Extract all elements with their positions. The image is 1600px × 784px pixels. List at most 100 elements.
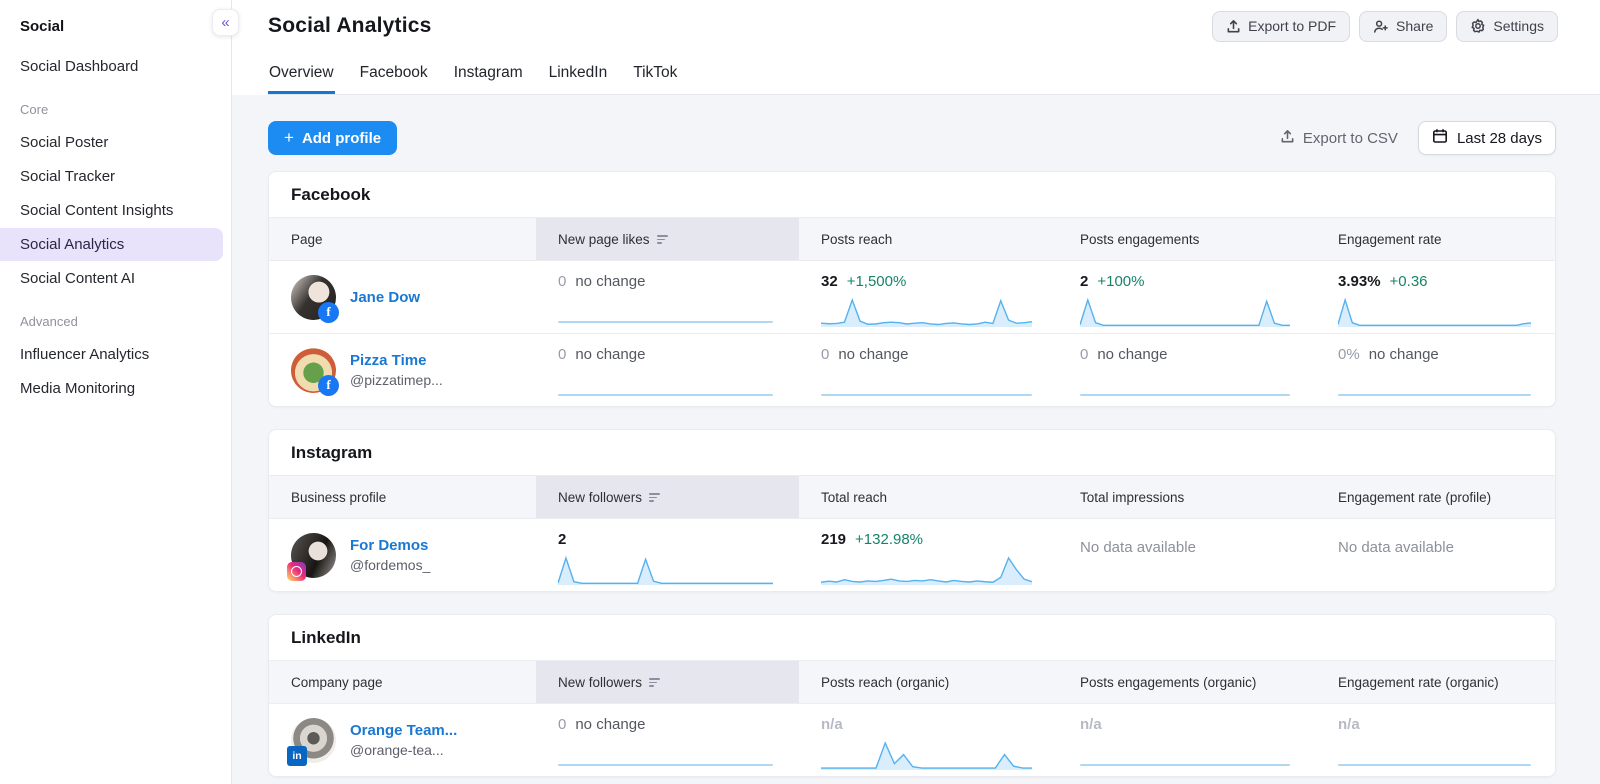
metric-value: n/a [1080,716,1102,733]
column-header-posts-engagements[interactable]: Posts engagements [1058,218,1316,260]
person-plus-icon [1373,19,1389,34]
metric-cell: 0 no change [799,334,1058,406]
metric-change: no change [575,346,645,363]
column-header-label: New followers [558,675,642,690]
column-header-new-page-likes[interactable]: New page likes [536,218,799,260]
column-header-page[interactable]: Page [269,218,536,260]
column-header-engagement-rate[interactable]: Engagement rate [1316,218,1556,260]
metric-change: no change [1369,346,1439,363]
sidebar-item-media-monitoring[interactable]: Media Monitoring [0,372,223,405]
content-area: + Add profile Export to CSV [232,95,1600,784]
flat-trend-line [1080,764,1290,766]
toolbar: + Add profile Export to CSV [268,121,1556,155]
column-header-new-followers[interactable]: New followers [536,661,799,703]
metric-change: +132.98% [855,531,923,548]
metric-change: no change [838,346,908,363]
sidebar-section-advanced: Advanced [0,296,231,337]
export-to-pdf-button[interactable]: Export to PDF [1212,11,1350,42]
column-header-total-impressions[interactable]: Total impressions [1058,476,1316,518]
sidebar-item-social-poster[interactable]: Social Poster [0,126,223,159]
metric-change: +0.36 [1390,273,1428,290]
sidebar-item-social-tracker[interactable]: Social Tracker [0,160,223,193]
metric-cell: 32 +1,500% [799,261,1058,333]
metric-value: 0 [558,273,566,290]
header-action-label: Share [1396,18,1433,34]
table-row-jane-dow: f Jane Dow 0 no change 32 +1,500% 2 +100… [269,260,1555,333]
flat-trend-line [558,321,773,323]
tab-overview[interactable]: Overview [268,58,335,94]
column-header-label: Posts reach [821,232,892,247]
profile-cell: For Demos @fordemos_ [269,519,536,591]
settings-button[interactable]: Settings [1456,11,1558,42]
add-profile-button[interactable]: + Add profile [268,121,397,155]
metric-cell: No data available [1058,519,1316,591]
facebook-badge-icon: f [318,375,339,396]
plus-icon: + [284,128,294,148]
sidebar-item-influencer-analytics[interactable]: Influencer Analytics [0,338,223,371]
profile-name-link[interactable]: Jane Dow [350,289,420,306]
metric-cell: 0 no change [1058,334,1316,406]
column-header-posts-reach[interactable]: Posts reach [799,218,1058,260]
instagram-card: Instagram Business profile New followers… [268,429,1556,592]
metric-cell: 219 +132.98% [799,519,1058,591]
metric-change: no change [575,273,645,290]
sidebar-item-social-analytics[interactable]: Social Analytics [0,228,223,261]
tab-facebook[interactable]: Facebook [359,58,429,94]
main-area: Social Analytics Export to PDF Share Set… [232,0,1600,784]
tab-linkedin[interactable]: LinkedIn [548,58,609,94]
column-header-label: Engagement rate (profile) [1338,490,1491,505]
sidebar-nav: Social Dashboard Core Social PosterSocia… [0,50,231,405]
column-header-business-profile[interactable]: Business profile [269,476,536,518]
column-header-engagement-rate-profile[interactable]: Engagement rate (profile) [1316,476,1556,518]
header-action-label: Settings [1493,18,1544,34]
column-header-engagement-rate-organic[interactable]: Engagement rate (organic) [1316,661,1556,703]
column-header-label: Page [291,232,323,247]
flat-trend-line [558,394,773,396]
metric-value: 2 [1080,273,1088,290]
network-cards: Facebook Page New page likes Posts reach… [268,171,1556,777]
profile-name-link[interactable]: Orange Team... [350,722,457,739]
column-header-label: Total impressions [1080,490,1184,505]
metric-cell: 0% no change [1316,334,1556,406]
column-header-label: Company page [291,675,383,690]
metric-change: +1,500% [847,273,907,290]
column-header-new-followers[interactable]: New followers [536,476,799,518]
sidebar-item-social-dashboard[interactable]: Social Dashboard [0,50,223,83]
share-button[interactable]: Share [1359,11,1447,42]
sidebar-collapse-button[interactable]: « [212,9,239,36]
sidebar-item-social-content-insights[interactable]: Social Content Insights [0,194,223,227]
column-header-company-page[interactable]: Company page [269,661,536,703]
metric-cell: 3.93% +0.36 [1316,261,1556,333]
tab-instagram[interactable]: Instagram [453,58,524,94]
metric-change: no change [1097,346,1167,363]
table-header: Company page New followers Posts reach (… [269,660,1555,703]
instagram-card-title: Instagram [269,430,1555,475]
export-csv-button[interactable]: Export to CSV [1280,129,1398,148]
gear-icon [1470,18,1486,34]
metric-value: n/a [1338,716,1360,733]
tab-tiktok[interactable]: TikTok [632,58,678,94]
column-header-total-reach[interactable]: Total reach [799,476,1058,518]
facebook-card: Facebook Page New page likes Posts reach… [268,171,1556,407]
profile-name-link[interactable]: For Demos [350,537,430,554]
column-header-label: Posts engagements (organic) [1080,675,1256,690]
metric-value: 0% [1338,346,1360,363]
profile-cell: f Pizza Time @pizzatimep... [269,334,536,406]
metric-cell: 0 no change [536,334,799,406]
avatar: in [291,718,336,763]
jane-posts-engagements-sparkline [1080,297,1290,327]
sidebar-item-social-content-ai[interactable]: Social Content AI [0,262,223,295]
metric-cell: 2 [536,519,799,591]
column-header-posts-reach-organic[interactable]: Posts reach (organic) [799,661,1058,703]
profile-name-link[interactable]: Pizza Time [350,352,443,369]
profile-handle: @fordemos_ [350,557,430,573]
column-header-label: New page likes [558,232,650,247]
upload-icon [1280,129,1295,148]
metric-change: no change [575,716,645,733]
column-header-posts-engagements-organic[interactable]: Posts engagements (organic) [1058,661,1316,703]
metric-cell: 2 +100% [1058,261,1316,333]
flat-trend-line [821,394,1032,396]
date-range-button[interactable]: Last 28 days [1418,121,1556,155]
column-header-label: Engagement rate [1338,232,1442,247]
sidebar-title: Social [0,14,231,49]
